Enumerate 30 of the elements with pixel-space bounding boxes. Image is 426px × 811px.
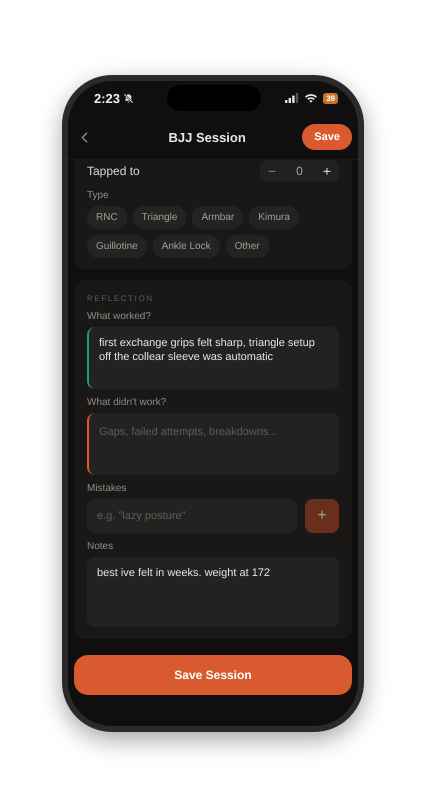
- field-label: What didn't work?: [87, 397, 166, 408]
- wifi-icon: [304, 93, 318, 103]
- field-label: What worked?: [87, 311, 151, 322]
- section-heading: REFLECTION: [87, 294, 154, 303]
- type-chip[interactable]: Ankle Lock: [152, 235, 220, 258]
- battery-level: 39: [323, 92, 338, 104]
- text-area[interactable]: best ive felt in weeks. weight at 172: [87, 557, 339, 627]
- counter-value: 0: [296, 164, 303, 178]
- tapped-to-label: Tapped to: [87, 164, 140, 178]
- field-label: Mistakes: [87, 483, 126, 494]
- save-button[interactable]: Save: [302, 124, 352, 150]
- type-chip[interactable]: Triangle: [132, 206, 186, 229]
- add-button[interactable]: +: [305, 499, 339, 533]
- type-label: Type: [87, 190, 109, 201]
- type-chip[interactable]: Kimura: [249, 206, 299, 229]
- type-chip[interactable]: Other: [226, 235, 269, 258]
- status-time: 2:23: [94, 90, 120, 106]
- minus-button[interactable]: −: [268, 163, 276, 179]
- bell-slash-icon: [123, 92, 134, 104]
- type-chip[interactable]: Armbar: [192, 206, 244, 229]
- type-chip[interactable]: Guillotine: [87, 235, 147, 258]
- plus-button[interactable]: +: [322, 163, 331, 179]
- save-session-button[interactable]: Save Session: [74, 655, 352, 695]
- back-icon[interactable]: [81, 132, 88, 142]
- type-chip[interactable]: RNC: [87, 206, 127, 229]
- screen-title: BJJ Session: [168, 130, 246, 144]
- field-label: Notes: [87, 541, 114, 552]
- signal-icon: [285, 93, 300, 103]
- text-area[interactable]: first exchange grips felt sharp, triangle setup off the collear sleeve was automatic: [87, 327, 339, 389]
- counter-stepper[interactable]: − 0 +: [260, 160, 339, 182]
